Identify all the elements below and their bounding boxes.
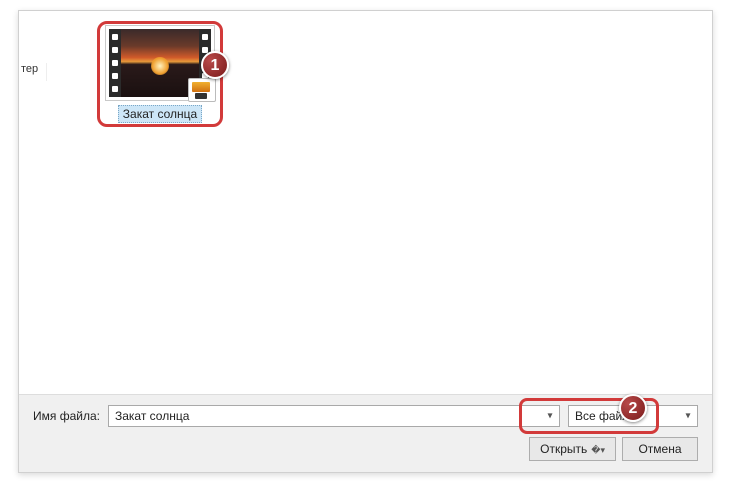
open-button-label: Открыть [540, 442, 587, 456]
cancel-button[interactable]: Отмена [622, 437, 698, 461]
chevron-down-icon: ▾ [543, 411, 557, 422]
file-open-dialog: тер Закат солнца 1 Имя файла: [18, 10, 713, 473]
filename-row: Имя файла: Закат солнца ▾ Все файлы ▾ [33, 405, 698, 427]
sidebar-fragment: тер [19, 63, 47, 81]
file-item-label: Закат солнца [118, 105, 202, 123]
file-list-area[interactable]: тер Закат солнца 1 [19, 11, 712, 394]
media-player-overlay-icon [188, 78, 216, 102]
filmstrip-left-icon [109, 29, 121, 97]
annotation-badge-1: 1 [201, 51, 229, 79]
file-item-video[interactable]: Закат солнца [101, 25, 219, 123]
buttons-row: Открыть �▾ Отмена [33, 437, 698, 461]
dialog-bottom-bar: Имя файла: Закат солнца ▾ Все файлы ▾ От… [19, 394, 712, 472]
chevron-down-icon: ▾ [681, 411, 695, 422]
annotation-badge-2: 2 [619, 394, 647, 422]
video-thumbnail [105, 25, 215, 101]
split-chevron-icon: �▾ [591, 445, 605, 455]
filename-label: Имя файла: [33, 409, 100, 423]
filename-value: Закат солнца [115, 409, 189, 423]
cancel-button-label: Отмена [638, 442, 681, 456]
filename-input[interactable]: Закат солнца ▾ [108, 405, 560, 427]
sun-icon [151, 57, 169, 75]
open-button[interactable]: Открыть �▾ [529, 437, 616, 461]
